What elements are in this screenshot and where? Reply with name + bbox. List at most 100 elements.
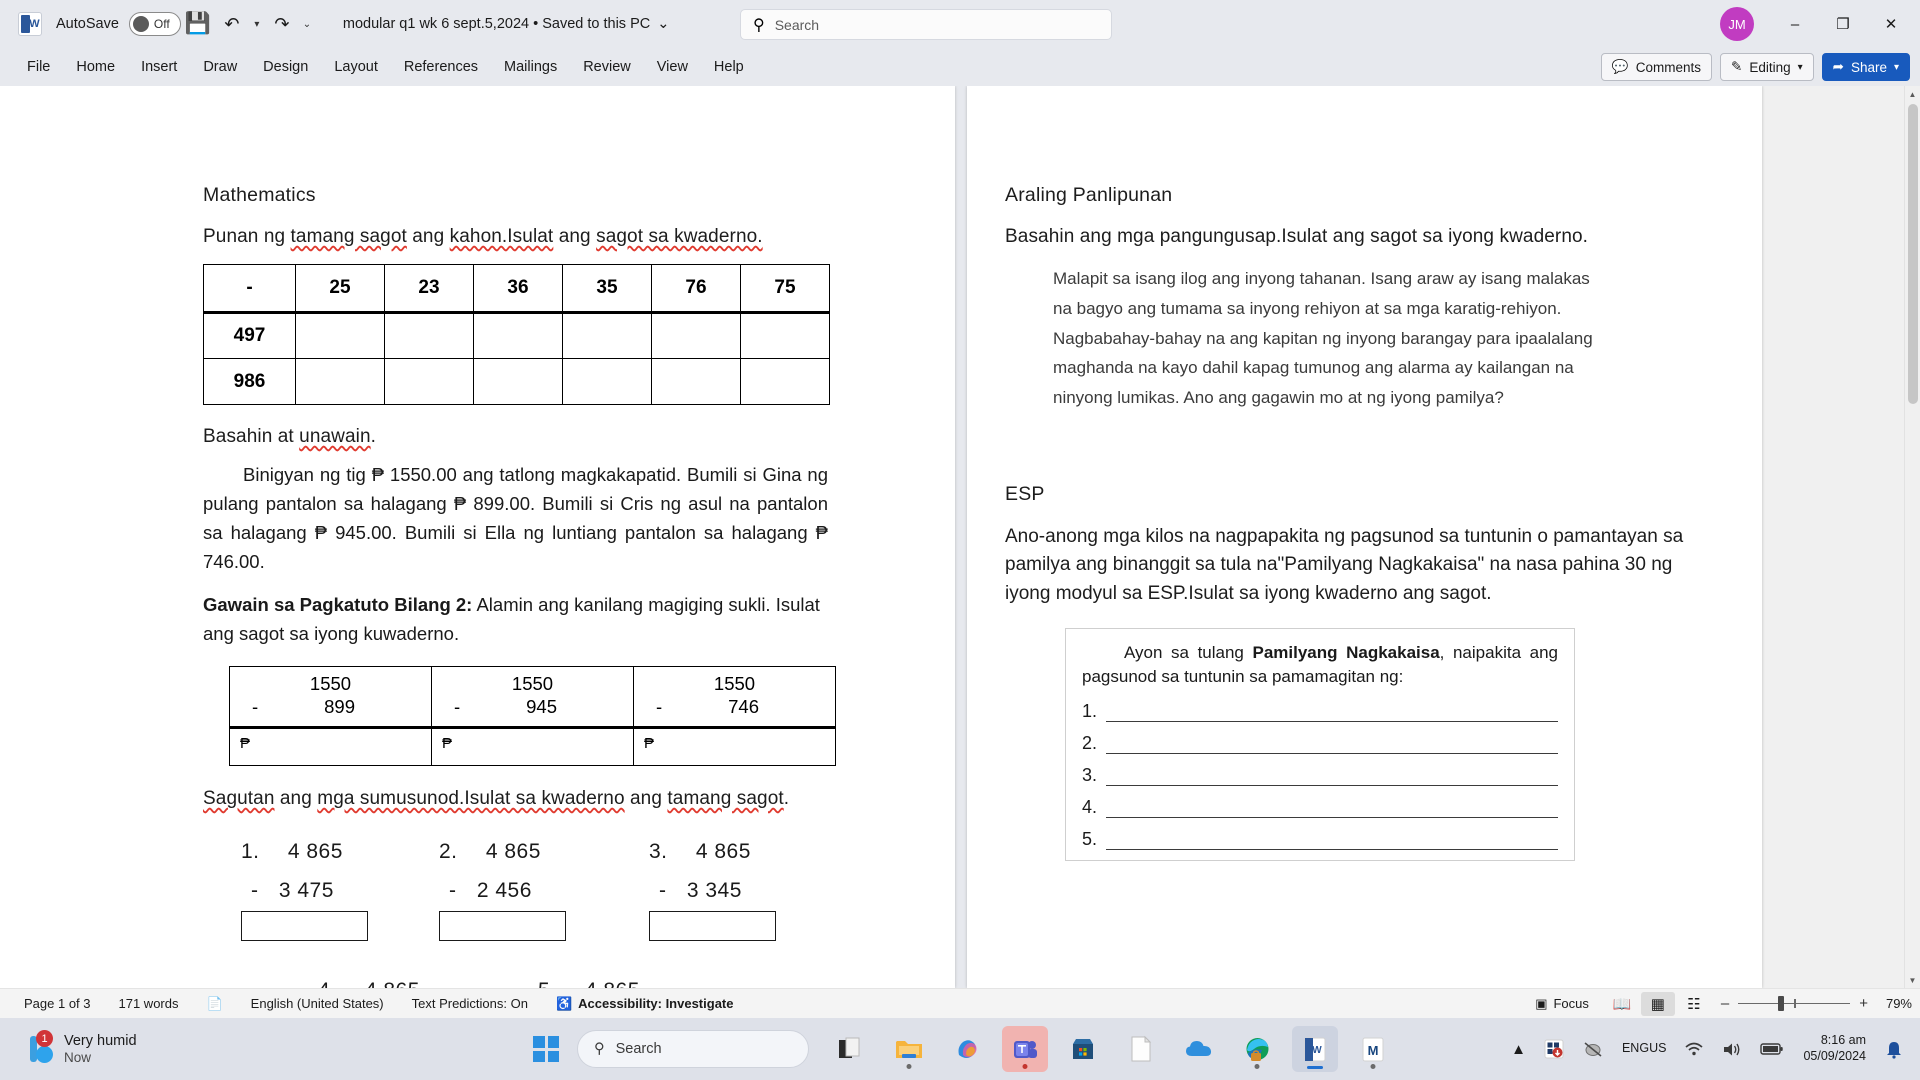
answer-box[interactable]: [649, 911, 776, 942]
grid-empty-cell[interactable]: [740, 312, 830, 359]
customize-quick-access-icon[interactable]: ⌄: [299, 19, 315, 30]
document-page-right[interactable]: Araling Panlipunan Basahin ang mga pangu…: [967, 86, 1762, 988]
grid-empty-cell[interactable]: [473, 358, 563, 405]
app-update-icon[interactable]: [1537, 1034, 1571, 1064]
grid-empty-cell[interactable]: [384, 312, 474, 359]
undo-icon[interactable]: ↶: [215, 7, 249, 41]
weather-text: Very humid Now: [64, 1032, 137, 1067]
share-button[interactable]: ➦ Share ▾: [1821, 53, 1910, 81]
zoom-track[interactable]: [1738, 995, 1851, 1011]
weather-widget[interactable]: 1 Very humid Now: [18, 1028, 147, 1071]
minimize-button[interactable]: –: [1772, 3, 1818, 45]
taskbar-search[interactable]: ⚲ Search: [577, 1030, 809, 1068]
grid-empty-cell[interactable]: [651, 312, 741, 359]
blank-line[interactable]: [1106, 803, 1558, 818]
vertical-scrollbar[interactable]: ▲ ▼: [1904, 86, 1920, 988]
web-layout-icon[interactable]: ☷: [1677, 992, 1711, 1016]
taskbar-app-edge[interactable]: [1234, 1026, 1280, 1072]
tab-file[interactable]: File: [14, 54, 63, 80]
taskbar-app-designer[interactable]: M: [1350, 1026, 1396, 1072]
grid-empty-cell[interactable]: [562, 312, 652, 359]
taskbar-app-file-explorer[interactable]: [886, 1026, 932, 1072]
tab-references[interactable]: References: [391, 54, 491, 80]
taskbar-app-copilot[interactable]: [944, 1026, 990, 1072]
tab-help[interactable]: Help: [701, 54, 757, 80]
scroll-down-icon[interactable]: ▼: [1905, 972, 1920, 988]
focus-button[interactable]: ▣ Focus: [1521, 996, 1603, 1012]
clock[interactable]: 8:16 am 05/09/2024: [1795, 1029, 1874, 1068]
accessibility-status[interactable]: ♿ Accessibility: Investigate: [542, 996, 748, 1012]
language-indicator[interactable]: ENG US: [1615, 1037, 1673, 1061]
taskbar-app-onedrive[interactable]: [1176, 1026, 1222, 1072]
list-item[interactable]: 5.: [1082, 829, 1558, 850]
answer-cell[interactable]: ₱: [633, 727, 836, 767]
tab-insert[interactable]: Insert: [128, 54, 190, 80]
show-hidden-icons-chevron-icon[interactable]: ▲: [1504, 1036, 1533, 1063]
blank-line[interactable]: [1106, 707, 1558, 722]
taskbar-app-microsoft-store[interactable]: [1060, 1026, 1106, 1072]
grid-empty-cell[interactable]: [562, 358, 652, 405]
scrollbar-thumb[interactable]: [1908, 104, 1918, 404]
word-count[interactable]: 171 words: [105, 996, 193, 1011]
grid-empty-cell[interactable]: [740, 358, 830, 405]
grid-empty-cell[interactable]: [473, 312, 563, 359]
answer-cell[interactable]: ₱: [431, 727, 634, 767]
zoom-in-button[interactable]: +: [1859, 995, 1868, 1012]
volume-icon[interactable]: [1715, 1036, 1749, 1063]
restore-button[interactable]: ❐: [1820, 3, 1866, 45]
taskbar-app-notepad[interactable]: [1118, 1026, 1164, 1072]
grid-empty-cell[interactable]: [295, 312, 385, 359]
close-button[interactable]: ✕: [1868, 3, 1914, 45]
tab-mailings[interactable]: Mailings: [491, 54, 570, 80]
blank-line[interactable]: [1106, 739, 1558, 754]
zoom-slider[interactable]: – +: [1721, 995, 1868, 1012]
notification-bell-icon[interactable]: [1878, 1035, 1910, 1064]
comments-button[interactable]: 💬 Comments: [1600, 53, 1712, 81]
taskbar-app-task-view[interactable]: [828, 1026, 874, 1072]
tab-review[interactable]: Review: [570, 54, 644, 80]
start-button[interactable]: [533, 1036, 559, 1062]
battery-icon[interactable]: [1753, 1037, 1791, 1061]
search-input[interactable]: [774, 16, 1099, 33]
scroll-up-icon[interactable]: ▲: [1905, 86, 1920, 102]
blank-line[interactable]: [1106, 771, 1558, 786]
answer-box[interactable]: [439, 911, 566, 942]
document-page-left[interactable]: Mathematics Punan ng tamang sagot ang ka…: [0, 86, 955, 988]
taskbar-app-word[interactable]: W: [1292, 1026, 1338, 1072]
redo-icon[interactable]: ↷: [265, 7, 299, 41]
zoom-level[interactable]: 79%: [1878, 996, 1912, 1011]
text-predictions-status[interactable]: Text Predictions: On: [398, 996, 542, 1011]
tab-home[interactable]: Home: [63, 54, 128, 80]
tab-draw[interactable]: Draw: [190, 54, 250, 80]
tab-design[interactable]: Design: [250, 54, 321, 80]
document-title[interactable]: modular q1 wk 6 sept.5,2024 • Saved to t…: [343, 16, 670, 32]
page-indicator[interactable]: Page 1 of 3: [10, 996, 105, 1011]
grid-empty-cell[interactable]: [295, 358, 385, 405]
avatar[interactable]: JM: [1720, 7, 1754, 41]
editing-mode-button[interactable]: ✎ Editing ▾: [1720, 53, 1814, 81]
autosave-toggle[interactable]: Off: [128, 12, 181, 36]
taskbar-app-teams[interactable]: [1002, 1026, 1048, 1072]
word-search-box[interactable]: ⚲: [740, 9, 1112, 40]
grid-empty-cell[interactable]: [651, 358, 741, 405]
read-mode-icon[interactable]: 📖: [1605, 992, 1639, 1016]
zoom-handle[interactable]: [1778, 995, 1785, 1011]
wifi-icon[interactable]: [1677, 1036, 1711, 1062]
blank-line[interactable]: [1106, 835, 1558, 850]
grid-empty-cell[interactable]: [384, 358, 474, 405]
zoom-out-button[interactable]: –: [1721, 995, 1729, 1012]
language-indicator[interactable]: English (United States): [237, 996, 398, 1011]
undo-dropdown-icon[interactable]: ▾: [249, 19, 265, 30]
tab-view[interactable]: View: [644, 54, 701, 80]
print-layout-icon[interactable]: ▦: [1640, 991, 1675, 1016]
list-item[interactable]: 4.: [1082, 797, 1558, 818]
mouse-disabled-icon[interactable]: [1575, 1035, 1611, 1063]
list-item[interactable]: 2.: [1082, 733, 1558, 754]
answer-cell[interactable]: ₱: [229, 727, 432, 767]
save-icon[interactable]: 💾: [181, 7, 215, 41]
list-item[interactable]: 3.: [1082, 765, 1558, 786]
proofing-errors-icon[interactable]: 📄: [192, 996, 236, 1012]
list-item[interactable]: 1.: [1082, 701, 1558, 722]
answer-box[interactable]: [241, 911, 368, 942]
tab-layout[interactable]: Layout: [321, 54, 391, 80]
